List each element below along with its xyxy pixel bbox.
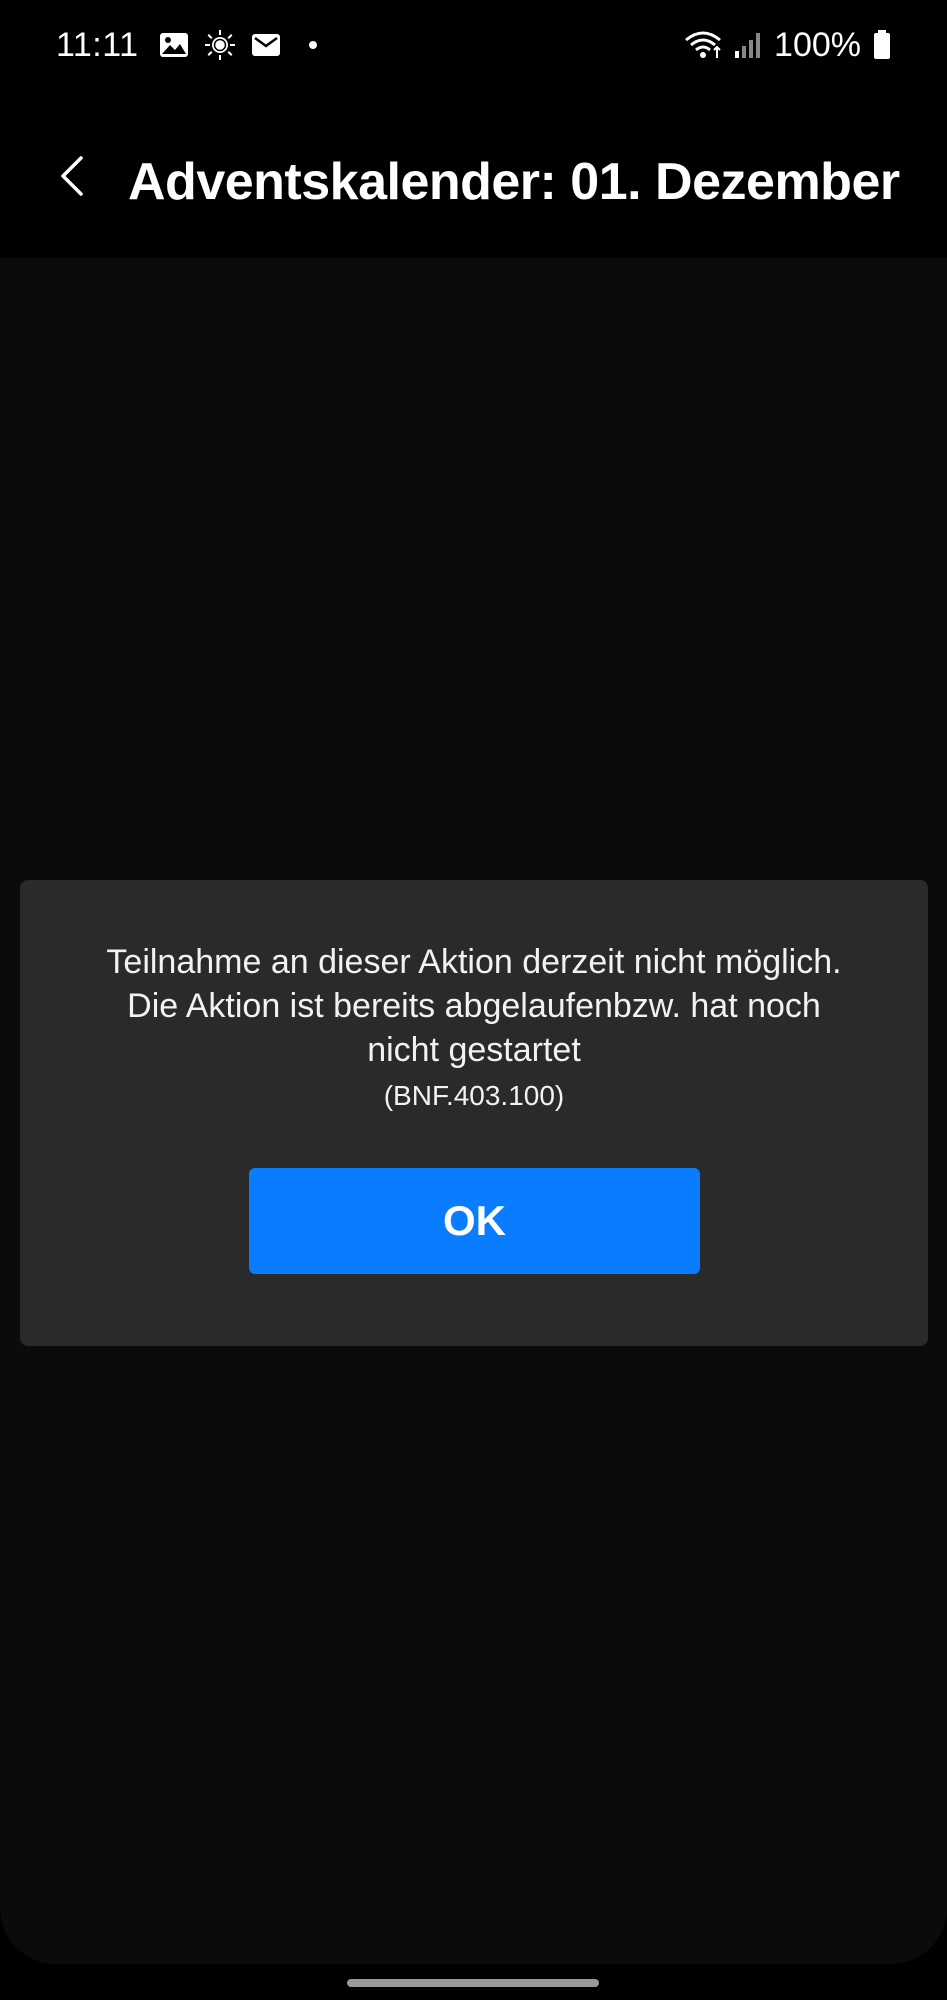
app-bar: Adventskalender: 01. Dezember xyxy=(0,90,947,258)
back-button[interactable] xyxy=(42,148,102,208)
mail-icon xyxy=(249,28,283,62)
status-right: 100% xyxy=(684,26,891,65)
status-bar: 11:11 100% xyxy=(0,0,947,90)
chevron-left-icon xyxy=(57,154,87,203)
battery-icon xyxy=(873,28,891,62)
error-code: (BNF.403.100) xyxy=(383,1080,565,1111)
notification-dot xyxy=(308,41,317,49)
dialog-message-line: Teilnahme an dieser Aktion derzeit nicht… xyxy=(106,943,842,981)
status-left: 11:11 xyxy=(56,26,317,65)
home-indicator[interactable] xyxy=(347,1979,599,1987)
signal-icon xyxy=(734,28,762,62)
wifi-icon xyxy=(684,28,722,62)
battery-percentage: 100% xyxy=(774,25,861,64)
dialog-message-line: nicht gestartet xyxy=(367,1031,581,1069)
image-icon xyxy=(157,28,191,62)
ok-button[interactable]: OK xyxy=(249,1168,700,1274)
dialog-message: Teilnahme an dieser Aktion derzeit nicht… xyxy=(60,940,888,1072)
status-time: 11:11 xyxy=(56,25,139,64)
page-title: Adventskalender: 01. Dezember xyxy=(128,153,900,211)
screen: 11:11 100% Adventskalender: 01. Dezember… xyxy=(0,0,947,2000)
brightness-icon xyxy=(203,28,237,62)
dialog-message-line: Die Aktion ist bereits abgelaufenbzw. ha… xyxy=(127,987,821,1025)
error-dialog: Teilnahme an dieser Aktion derzeit nicht… xyxy=(20,880,928,1346)
